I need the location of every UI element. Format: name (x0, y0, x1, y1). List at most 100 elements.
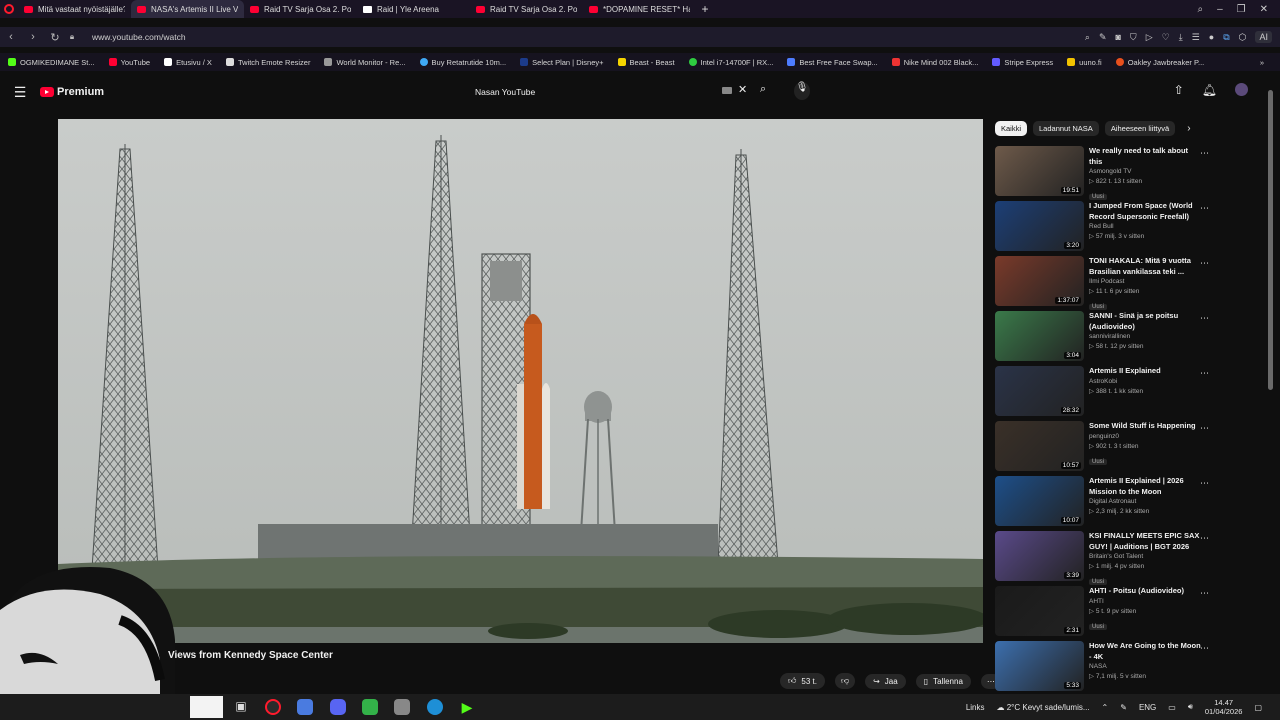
reload-icon[interactable]: ↻ (44, 31, 66, 44)
recommendation-title[interactable]: I Jumped From Space (World Record Supers… (1089, 201, 1201, 222)
dislike-button[interactable]: 👎︎ (834, 673, 856, 689)
video-thumbnail[interactable]: 28:32 (995, 366, 1084, 416)
close-icon[interactable]: ✕ (1260, 4, 1268, 15)
bookmarks-overflow-icon[interactable]: » (1260, 58, 1280, 67)
bookmark[interactable]: World Monitor - Re... (324, 58, 406, 67)
back-icon[interactable]: ‹ (0, 31, 22, 43)
shield-icon[interactable]: ⛉ (1130, 32, 1137, 43)
recommendation-title[interactable]: How We Are Going to the Moon - 4K (1089, 641, 1201, 662)
browser-tab[interactable]: Raid TV Sarja Osa 2. Poliis (470, 0, 583, 18)
chip-related[interactable]: Aiheeseen liittyvä (1104, 120, 1176, 136)
bookmark[interactable]: Twitch Emote Resizer (225, 58, 310, 67)
minimize-icon[interactable]: – (1217, 4, 1223, 15)
clear-search-icon[interactable]: ✕ (738, 83, 747, 96)
bookmark[interactable]: Select Plan | Disney+ (520, 58, 604, 67)
profile-icon[interactable]: ● (1209, 32, 1214, 42)
keyboard-icon[interactable] (722, 87, 732, 94)
share-button[interactable]: ↪ Jaa (865, 673, 906, 689)
app-icon[interactable] (297, 699, 313, 715)
channel-name[interactable]: Digital Astronaut (1089, 497, 1201, 507)
more-options-icon[interactable]: ⋯ (1200, 588, 1209, 599)
maximize-icon[interactable]: ❐ (1237, 4, 1246, 15)
recommendation-item[interactable]: 3:04 SANNI - Sinä ja se poitsu (Audiovide… (995, 311, 1215, 361)
browser-tab-active[interactable]: NASA's Artemis II Live Vie (131, 0, 244, 18)
extension-icon[interactable]: ⧉ (1223, 32, 1229, 43)
language-indicator[interactable]: ENG (1139, 703, 1156, 712)
video-thumbnail[interactable]: 10:57 (995, 421, 1084, 471)
chip-all[interactable]: Kaikki (995, 120, 1028, 136)
chevron-up-icon[interactable]: ⌃ (1102, 703, 1109, 712)
bookmark[interactable]: Beast - Beast (617, 58, 675, 67)
avatar[interactable] (1235, 83, 1248, 96)
video-thumbnail[interactable]: 3:04 (995, 311, 1084, 361)
channel-name[interactable]: Ilmi Podcast (1089, 277, 1201, 287)
video-thumbnail[interactable]: 5:33 (995, 641, 1084, 691)
camera-icon[interactable]: ◙ (1115, 32, 1120, 42)
recommendation-item[interactable]: 19:51 We really need to talk about this As… (995, 146, 1215, 200)
video-thumbnail[interactable]: 19:51 (995, 146, 1084, 196)
bookmark[interactable]: YouTube (108, 58, 150, 67)
recommendation-title[interactable]: Some Wild Stuff is Happening (1089, 421, 1201, 432)
channel-name[interactable]: NASA (1089, 662, 1201, 672)
chip-nasa[interactable]: Ladannut NASA (1033, 120, 1099, 136)
play-icon[interactable]: ▷ (1146, 32, 1153, 43)
bookmark[interactable]: Oakley Jawbreaker P... (1115, 58, 1204, 67)
search-icon[interactable]: ⌕ (760, 83, 766, 96)
recommendation-title[interactable]: AHTI - Poitsu (Audiovideo) (1089, 586, 1201, 597)
channel-name[interactable]: Red Bull (1089, 222, 1201, 232)
video-thumbnail[interactable]: 3:20 (995, 201, 1084, 251)
volume-icon[interactable]: 🔊︎ (1188, 702, 1193, 712)
more-options-icon[interactable]: ⋯ (1200, 423, 1209, 434)
microphone-icon[interactable]: 🎙︎ (794, 82, 810, 100)
download-icon[interactable]: ⤓ (1179, 32, 1183, 43)
url-field[interactable]: www.youtube.com/watch (92, 32, 186, 42)
bookmark[interactable]: OGMIKEDIMANE St... (8, 58, 95, 67)
youtube-premium-logo[interactable]: Premium (40, 86, 104, 98)
bell-icon[interactable]: 🔔︎ (1202, 83, 1217, 97)
forward-icon[interactable]: › (22, 31, 44, 43)
browser-tab[interactable]: Mitä vastaat nyöistäjälle? H (18, 0, 131, 18)
opera-menu-icon[interactable] (0, 0, 18, 18)
app-icon[interactable]: ▶ (459, 699, 475, 715)
search-icon[interactable]: ⌕ (1085, 32, 1090, 43)
more-options-icon[interactable]: ⋯ (1200, 203, 1209, 214)
recommendation-item[interactable]: 10:07 Artemis II Explained | 2026 Mission… (995, 476, 1215, 526)
opera-app-icon[interactable] (265, 699, 281, 715)
more-options-icon[interactable]: ⋯ (1200, 368, 1209, 379)
pen-icon[interactable]: ✎ (1120, 703, 1127, 712)
bookmark[interactable]: Nike Mind 002 Black... (891, 58, 978, 67)
more-options-icon[interactable]: ⋯ (1200, 533, 1209, 544)
app-icon[interactable] (394, 699, 410, 715)
video-thumbnail[interactable]: 3:39 (995, 531, 1084, 581)
more-options-icon[interactable]: ⋯ (1200, 148, 1209, 159)
chevron-right-icon[interactable]: › (1187, 123, 1190, 134)
like-button[interactable]: 👍︎ 53 t. (780, 673, 825, 689)
taskbar-search-box[interactable] (190, 696, 223, 718)
recommendation-title[interactable]: Artemis II Explained (1089, 366, 1201, 377)
more-options-icon[interactable]: ⋯ (1200, 643, 1209, 654)
channel-name[interactable]: sannivirallinen (1089, 332, 1201, 342)
channel-name[interactable]: Asmongold TV (1089, 167, 1201, 177)
more-options-icon[interactable]: ⋯ (1200, 258, 1209, 269)
task-view-icon[interactable]: ▣ (233, 699, 249, 715)
save-button[interactable]: ▯ Tallenna (915, 673, 971, 689)
browser-tab[interactable]: Raid | Yle Areena (357, 0, 470, 18)
recommendation-item[interactable]: 1:37:07 TONI HAKALA: Mitä 9 vuotta Brasil… (995, 256, 1215, 310)
recommendation-item[interactable]: 3:39 KSI FINALLY MEETS EPIC SAX GUY! | Au… (995, 531, 1215, 585)
browser-tab[interactable]: Raid TV Sarja Osa 2. Poliis (244, 0, 357, 18)
recommendation-title[interactable]: SANNI - Sinä ja se poitsu (Audiovideo) (1089, 311, 1201, 332)
recommendation-item[interactable]: 28:32 Artemis II Explained AstroKobi ▷ 388 … (995, 366, 1215, 416)
bookmark[interactable]: Intel i7-14700F | RX... (688, 58, 773, 67)
upload-icon[interactable]: ⇧ (1174, 83, 1184, 97)
recommendation-title[interactable]: We really need to talk about this (1089, 146, 1201, 167)
bookmark[interactable]: uuno.fi (1067, 58, 1102, 67)
links-toolbar[interactable]: Links (966, 703, 985, 712)
browser-tab[interactable]: *DOPAMINE RESET* Ha (583, 0, 696, 18)
cube-icon[interactable]: ⬡ (1239, 32, 1247, 43)
clock[interactable]: 14.47 01/04/2026 (1205, 698, 1243, 716)
weather-widget[interactable]: ☁ 2°C Kevyt sade/lumis... (997, 703, 1090, 712)
page-scrollbar[interactable] (1268, 82, 1274, 692)
recommendation-item[interactable]: 3:20 I Jumped From Space (World Record Su… (995, 201, 1215, 251)
channel-name[interactable]: Britain's Got Talent (1089, 552, 1201, 562)
recommendation-item[interactable]: 10:57 Some Wild Stuff is Happening penguin… (995, 421, 1215, 471)
